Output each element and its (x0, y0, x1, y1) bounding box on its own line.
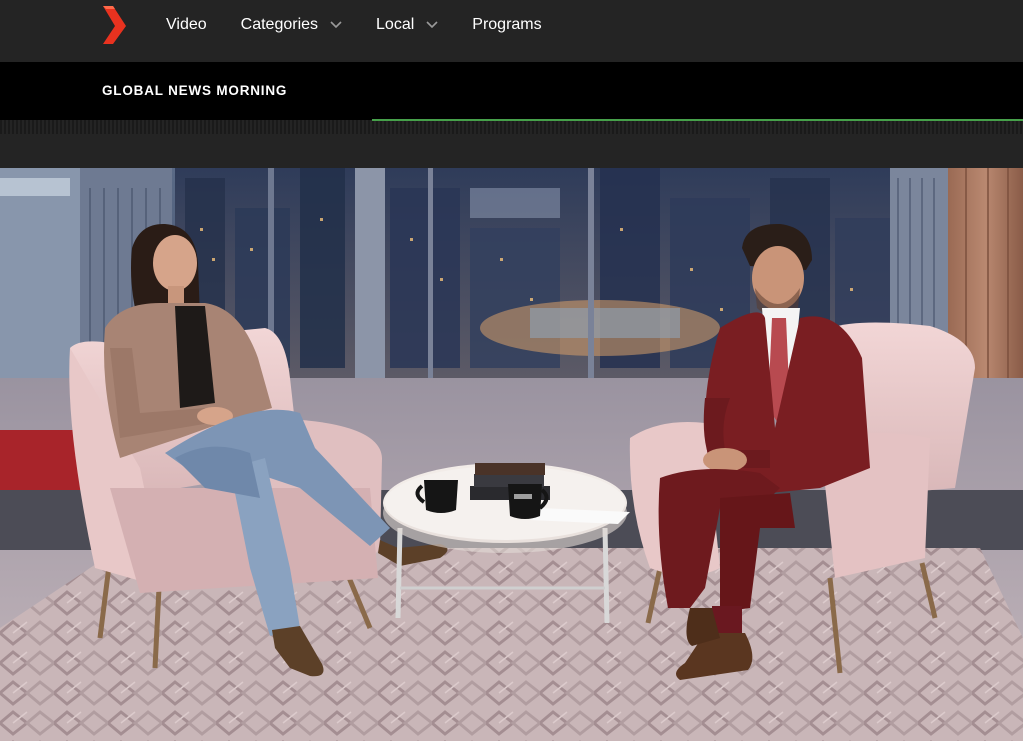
nav-item-label: Programs (472, 16, 542, 33)
nav-item-video[interactable]: Video (166, 16, 207, 34)
nav-menu: Video Categories Local Programs (166, 0, 576, 50)
video-player[interactable] (0, 168, 1023, 741)
top-navigation: Video Categories Local Programs (0, 0, 1023, 62)
nav-item-categories[interactable]: Categories (241, 16, 342, 34)
player-top-bar (0, 134, 1023, 168)
chevron-down-icon (426, 21, 438, 29)
video-frame (0, 168, 1023, 741)
nav-item-programs[interactable]: Programs (472, 16, 541, 34)
broadcaster-logo-icon[interactable] (100, 4, 128, 44)
nav-item-label: Video (166, 16, 207, 33)
nav-item-local[interactable]: Local (376, 16, 438, 34)
show-header: GLOBAL NEWS MORNING (0, 62, 1023, 120)
nav-item-label: Categories (240, 16, 319, 33)
show-title: GLOBAL NEWS MORNING (102, 83, 288, 98)
page: Video Categories Local Programs GLOBAL N… (0, 0, 1023, 741)
chevron-down-icon (330, 21, 342, 29)
nav-item-label: Local (376, 16, 415, 33)
progress-bar[interactable] (372, 119, 1023, 121)
progress-strip (0, 120, 1023, 134)
